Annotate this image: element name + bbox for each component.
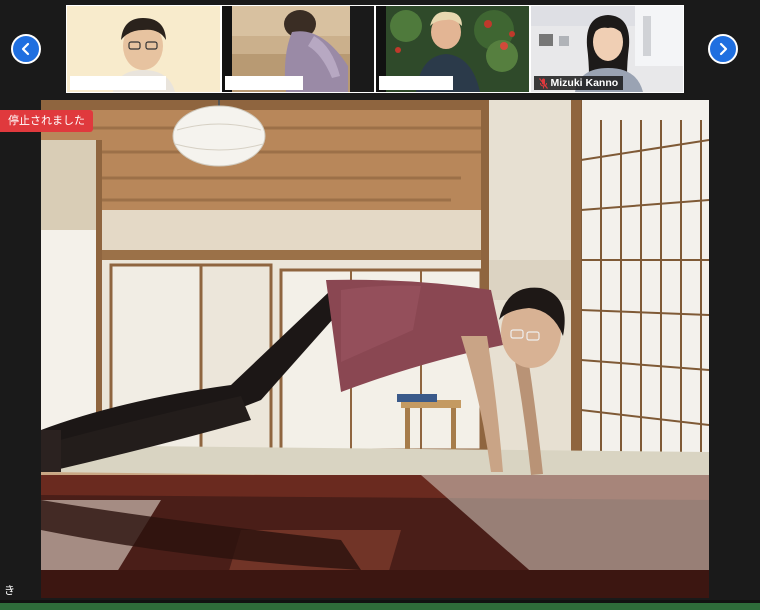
- participant-tile[interactable]: Mizuki Kanno: [530, 6, 683, 92]
- gallery-next-button[interactable]: [708, 34, 738, 64]
- gallery-prev-button[interactable]: [11, 34, 41, 64]
- participant-tile[interactable]: [67, 6, 220, 92]
- participant-name: Mizuki Kanno: [550, 77, 619, 89]
- participant-name-tag: [224, 76, 303, 90]
- participant-name-tag: Mizuki Kanno: [533, 76, 624, 90]
- active-speaker-video: [41, 100, 709, 598]
- status-badge: 停止されました: [0, 110, 93, 132]
- mic-muted-icon: [538, 77, 548, 89]
- participant-name-tag: [379, 76, 453, 90]
- participant-tile[interactable]: [376, 6, 529, 92]
- bottom-edge: [0, 600, 760, 610]
- participant-name-tag: [70, 76, 166, 90]
- corner-label: き: [0, 582, 19, 600]
- video-conference-window: Mizuki Kanno 停止されました き: [0, 0, 760, 610]
- chevron-left-icon: [21, 42, 30, 56]
- participant-tile[interactable]: [221, 6, 374, 92]
- gallery-strip: Mizuki Kanno: [0, 0, 760, 98]
- video-frame: [41, 100, 709, 598]
- participant-thumbnails: Mizuki Kanno: [66, 5, 684, 93]
- chevron-right-icon: [719, 42, 728, 56]
